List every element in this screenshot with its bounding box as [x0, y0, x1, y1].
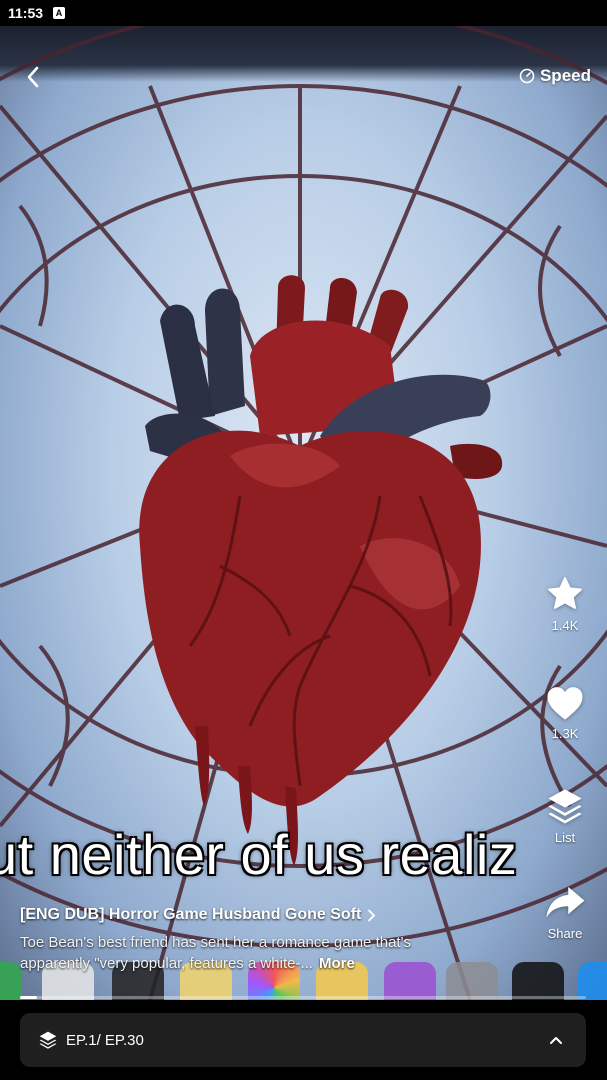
status-bar: 11:53 A [0, 0, 607, 26]
share-label: Share [547, 926, 583, 941]
star-icon [548, 577, 582, 609]
show-title-link[interactable]: [ENG DUB] Horror Game Husband Gone Soft [20, 906, 520, 924]
notification-icon: A [53, 7, 66, 19]
speedometer-icon [519, 68, 535, 84]
episodes-layers-icon [39, 1031, 57, 1049]
chevron-up-icon [550, 1036, 562, 1044]
episode-label: EP.1/ EP.30 [66, 1031, 144, 1049]
list-label: List [554, 830, 576, 845]
chevron-right-icon [368, 909, 376, 921]
dock-appstore-icon [578, 962, 607, 1000]
list-button[interactable]: List [543, 786, 587, 845]
show-description: Toe Bean's best friend has sent her a ro… [20, 932, 480, 974]
video-subtitle: ut neither of us realiz [0, 823, 518, 886]
playback-progress-bar[interactable] [20, 996, 586, 999]
status-time: 11:53 [8, 5, 44, 21]
back-button[interactable] [18, 62, 48, 92]
show-info: [ENG DUB] Horror Game Husband Gone Soft … [20, 906, 520, 974]
favorite-button[interactable]: 1.4K [543, 574, 587, 633]
favorite-count: 1.4K [551, 618, 579, 633]
episode-expand-button[interactable] [544, 1028, 568, 1052]
more-button[interactable]: More [319, 955, 355, 972]
layers-icon [548, 789, 582, 824]
speed-button[interactable]: Speed [519, 66, 591, 86]
chevron-left-icon [27, 66, 39, 88]
speed-label: Speed [539, 66, 591, 85]
show-title: [ENG DUB] Horror Game Husband Gone Soft [20, 906, 362, 923]
playback-progress-fill [20, 996, 37, 999]
share-button[interactable]: Share [543, 884, 587, 941]
heart-icon [547, 687, 583, 720]
like-button[interactable]: 1.3K [543, 684, 587, 741]
share-arrow-icon [546, 886, 585, 918]
like-count: 1.3K [551, 726, 579, 741]
episode-selector[interactable]: EP.1/ EP.30 [20, 1013, 586, 1067]
dock-phone-icon [0, 962, 22, 1000]
